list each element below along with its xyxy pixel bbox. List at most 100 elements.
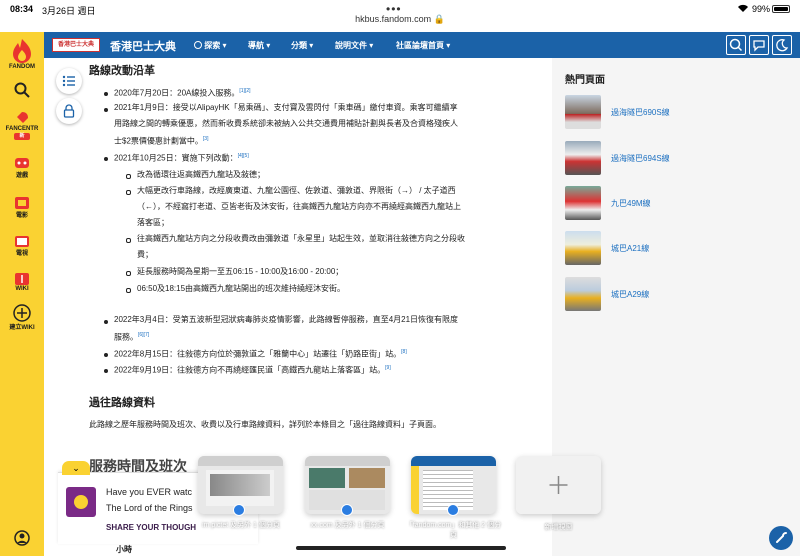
chat-bubble-icon <box>753 40 765 52</box>
popular-item[interactable]: 九巴49M線 <box>565 186 795 222</box>
bullet <box>104 369 108 373</box>
popular-thumb <box>565 186 601 220</box>
window-label: 「fandom.com」和其他 2 個分頁 <box>405 522 502 539</box>
fandom-logo-icon <box>13 39 31 63</box>
status-time: 08:34 <box>10 4 34 14</box>
popular-item[interactable]: 過海隧巴694S線 <box>565 141 795 177</box>
theme-toggle-button[interactable] <box>772 35 792 55</box>
change-item-cont: （←），不經窩打老道、亞皆老街及沐安街，往高鐵西九龍站方向亦不再繞經高鐵西九龍站… <box>137 202 461 211</box>
table-header: 小時 <box>116 545 132 554</box>
nav-docs[interactable]: 說明文件 ▾ <box>335 40 373 51</box>
bullet <box>104 320 108 324</box>
discussions-button[interactable] <box>749 35 769 55</box>
change-item: 改為循環往返高鐵西九龍站及敍德； <box>137 170 265 179</box>
sub-bullet <box>126 238 131 243</box>
popular-thumb <box>565 277 601 311</box>
chevron-down-icon: ⌄ <box>72 463 80 473</box>
safari-icon <box>341 504 353 516</box>
chevron-down-icon: ▾ <box>309 41 314 50</box>
history-item-cont: 士$2票價優惠計劃當中。[3] <box>114 136 209 146</box>
plus-circle-icon <box>13 304 31 322</box>
history-item: 2022年9月19日：往敍德方向不再繞經匯民道「高鐵西九龍站上落客區」站。[9] <box>114 365 391 375</box>
history-item-cont: 用路線之間的轉乘優惠，然而新收費系統卻未被納入公共交通費用補貼計劃與長者及合資格… <box>114 119 458 128</box>
bullet <box>104 108 108 112</box>
wiki-logo[interactable]: 香港巴士大典 <box>52 38 100 52</box>
history-item: 2020年7月20日：20A線投入服務。[1][2] <box>114 88 251 98</box>
search-icon <box>729 38 743 52</box>
nav-forum[interactable]: 社區論壇首頁 ▾ <box>396 40 450 51</box>
user-icon <box>14 530 30 546</box>
ad-line2: The Lord of the Rings <box>106 503 193 513</box>
rail-fandom[interactable]: FANDOM <box>0 38 44 70</box>
sub-bullet <box>126 271 131 276</box>
lock-icon: 🔒 <box>433 14 445 24</box>
rail-label: FANCENTR <box>5 126 39 132</box>
bullet <box>104 92 108 96</box>
history-item: 2022年3月4日：受第五波新型冠狀病毒肺炎疫情影響，此路線暫停服務，直至4月2… <box>114 315 459 324</box>
status-bar: 08:34 3月26日 週日 ••• hkbus.fandom.com 🔒 99… <box>0 0 800 32</box>
rail-label: WIKI <box>15 286 29 292</box>
url-bar[interactable]: hkbus.fandom.com 🔒 <box>0 14 800 25</box>
search-button[interactable] <box>726 35 746 55</box>
bullet <box>104 353 108 357</box>
change-item: 延長服務時間為星期一至五06:15 - 10:00及16:00 - 20:00； <box>137 267 344 276</box>
rail-label: 建立WIKI <box>9 325 35 331</box>
popular-thumb <box>565 95 601 129</box>
window-label: im pictet 及另外 1 個分頁 <box>202 522 280 529</box>
popular-thumb <box>565 141 601 175</box>
plus-icon <box>549 476 568 494</box>
rail-movies[interactable]: 電影 <box>0 196 44 219</box>
popular-item[interactable]: 過海隧巴690S線 <box>565 95 795 131</box>
battery-icon <box>772 5 790 13</box>
section-title: 過往路線資料 <box>89 397 155 409</box>
section-title: 路線改動沿革 <box>89 65 155 77</box>
new-window-button[interactable] <box>516 456 601 514</box>
rail-create-wiki[interactable]: 建立WIKI <box>0 304 44 331</box>
home-indicator[interactable] <box>296 546 506 550</box>
rail-account[interactable] <box>0 530 44 546</box>
rail-games[interactable]: 遊戲 <box>0 156 44 179</box>
compass-icon <box>194 41 202 49</box>
popular-item[interactable]: 城巴A21線 <box>565 231 795 267</box>
film-icon <box>15 197 29 209</box>
battery-percent: 99% <box>752 4 771 14</box>
ad-collapse-tab[interactable]: ⌄ <box>62 461 90 475</box>
fandom-rail: FANDOM FANCENTR 新 遊戲 電影 電視 WIKI 建立WIKI <box>0 32 44 556</box>
rail-search[interactable] <box>0 82 44 98</box>
change-item: 往高鐵西九龍站方向之分段收費改由彌敦道「永星里」站起生效，並取消往敍德方向之分段… <box>137 234 465 243</box>
nav-categories[interactable]: 分類 ▾ <box>291 40 313 51</box>
rail-label: 電影 <box>15 213 28 219</box>
new-window-label: 新增視窗 <box>544 524 573 531</box>
rail-label: 電視 <box>15 251 28 257</box>
safari-icon <box>447 504 459 516</box>
wrench-icon <box>776 532 787 543</box>
wifi-icon <box>737 4 749 15</box>
edit-tools-button[interactable] <box>769 526 793 550</box>
book-icon <box>15 273 29 285</box>
window-label: xx.com 及另外 1 個分頁 <box>310 522 385 529</box>
change-item: 大幅更改行車路線，改經廣東道、九龍公園徑、佐敦道、彌敦道、界限街（→） / 太子… <box>137 186 456 195</box>
rail-tv[interactable]: 電視 <box>0 234 44 257</box>
ad-image <box>66 487 96 517</box>
change-item-cont: 費； <box>137 250 153 259</box>
tv-icon <box>15 236 29 247</box>
lock-page-button[interactable] <box>56 98 82 124</box>
history-item: 2021年1月9日：接受以AlipayHK「易乘碼」、支付寶及雲閃付「乘車碼」繳… <box>114 103 458 112</box>
sub-bullet <box>126 190 131 195</box>
history-item: 2022年8月15日：往敍德方向位於彌敦道之「雅蘭中心」站遷往「奶路臣街」站。[… <box>114 349 407 359</box>
nav-explore[interactable]: 探索 ▾ <box>194 40 226 51</box>
rail-label: FANDOM <box>9 64 35 70</box>
change-item-cont: 落客區； <box>137 218 169 227</box>
sub-bullet <box>126 174 131 179</box>
toc-button[interactable] <box>56 68 82 94</box>
gamepad-icon <box>15 158 29 168</box>
nav-navigation[interactable]: 導航 ▾ <box>248 40 270 51</box>
site-name[interactable]: 香港巴士大典 <box>110 38 176 54</box>
bullet <box>104 157 108 161</box>
rail-fancentral[interactable]: FANCENTR 新 <box>0 110 44 140</box>
ad-cta[interactable]: SHARE YOUR THOUGH <box>106 523 196 532</box>
rail-wiki[interactable]: WIKI <box>0 272 44 292</box>
history-item-cont: 服務。[6][7] <box>114 332 150 342</box>
popular-item[interactable]: 城巴A29線 <box>565 277 795 313</box>
chevron-down-icon: ▾ <box>369 41 374 50</box>
